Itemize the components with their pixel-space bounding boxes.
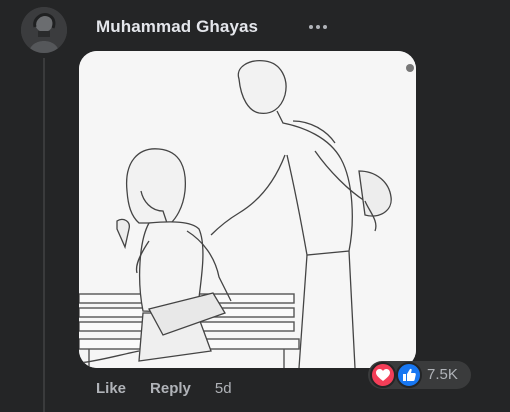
reaction-count: 7.5K (427, 366, 458, 383)
like-icon (396, 362, 422, 388)
comment-author-name[interactable]: Muhammad Ghayas (96, 17, 258, 37)
dot-icon (309, 25, 313, 29)
dot-icon (316, 25, 320, 29)
like-button[interactable]: Like (96, 380, 126, 397)
comment-timestamp[interactable]: 5d (215, 380, 232, 397)
avatar-image (21, 7, 67, 53)
comment-actions: Like Reply 5d (96, 378, 232, 398)
comment-image[interactable] (79, 51, 416, 368)
sketch-illustration (79, 51, 416, 368)
dot-icon (323, 25, 327, 29)
reaction-summary[interactable]: 7.5K (368, 361, 471, 389)
more-options-button[interactable] (304, 14, 332, 40)
comment-thread-line (43, 58, 45, 412)
avatar[interactable] (21, 7, 67, 53)
reply-button[interactable]: Reply (150, 380, 191, 397)
love-icon (370, 362, 396, 388)
